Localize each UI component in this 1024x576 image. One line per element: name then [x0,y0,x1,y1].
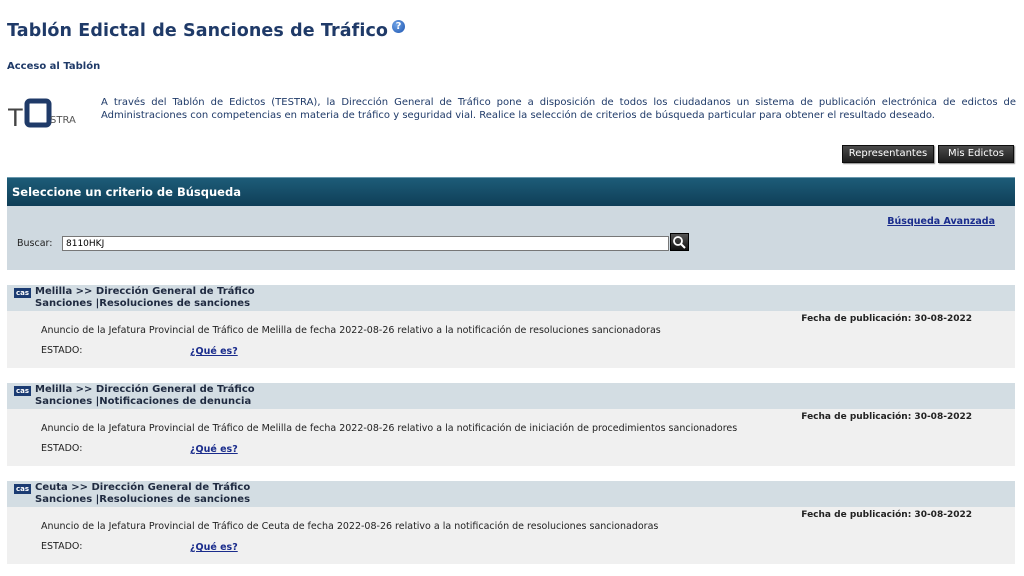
search-input[interactable] [62,236,669,251]
estado-label: ESTADO: [41,443,83,454]
page-title: Tablón Edictal de Sanciones de Tráfico? [7,20,406,41]
que-es-link[interactable]: ¿Qué es? [190,444,238,455]
svg-text:STRA: STRA [50,115,76,126]
result-category: Sanciones |Notificaciones de denuncia [35,396,252,407]
cas-badge: cas [14,484,31,494]
magnifier-icon [673,236,686,249]
mis-edictos-button[interactable]: Mis Edictos [938,145,1014,163]
search-panel-title: Seleccione un criterio de Búsqueda [7,177,1015,206]
result-origin: Melilla >> Dirección General de Tráfico [35,286,255,297]
publication-date: Fecha de publicación: 30-08-2022 [801,412,972,422]
result-header: cas Melilla >> Dirección General de Tráf… [7,383,1015,409]
estado-label: ESTADO: [41,345,83,356]
access-link[interactable]: Acceso al Tablón [7,61,100,72]
result-category: Sanciones |Resoluciones de sanciones [35,298,251,309]
svg-text:T: T [8,104,23,132]
result-origin: Ceuta >> Dirección General de Tráfico [35,482,251,493]
result-description[interactable]: Anuncio de la Jefatura Provincial de Trá… [41,423,737,434]
result-header: cas Ceuta >> Dirección General de Tráfic… [7,481,1015,507]
cas-badge: cas [14,386,31,396]
cas-badge: cas [14,288,31,298]
que-es-link[interactable]: ¿Qué es? [190,346,238,357]
result-item: cas Melilla >> Dirección General de Tráf… [7,285,1015,368]
result-header: cas Melilla >> Dirección General de Tráf… [7,285,1015,311]
result-item: cas Ceuta >> Dirección General de Tráfic… [7,481,1015,564]
search-label: Buscar: [17,238,53,249]
help-icon[interactable]: ? [392,20,406,33]
result-description[interactable]: Anuncio de la Jefatura Provincial de Trá… [41,325,661,336]
advanced-search-link[interactable]: Búsqueda Avanzada [887,216,995,227]
result-item: cas Melilla >> Dirección General de Tráf… [7,383,1015,466]
result-description[interactable]: Anuncio de la Jefatura Provincial de Trá… [41,521,658,532]
estado-label: ESTADO: [41,541,83,552]
publication-date: Fecha de publicación: 30-08-2022 [801,510,972,520]
result-origin: Melilla >> Dirección General de Tráfico [35,384,255,395]
testra-logo: T STRA [7,96,86,134]
intro-text: A través del Tablón de Edictos (TESTRA),… [101,97,1016,121]
representantes-button[interactable]: Representantes [842,145,934,163]
page-title-text: Tablón Edictal de Sanciones de Tráfico [7,21,389,41]
search-button[interactable] [670,233,689,251]
que-es-link[interactable]: ¿Qué es? [190,542,238,553]
publication-date: Fecha de publicación: 30-08-2022 [801,314,972,324]
result-category: Sanciones |Resoluciones de sanciones [35,494,251,505]
search-panel: Seleccione un criterio de Búsqueda Búsqu… [7,177,1015,270]
